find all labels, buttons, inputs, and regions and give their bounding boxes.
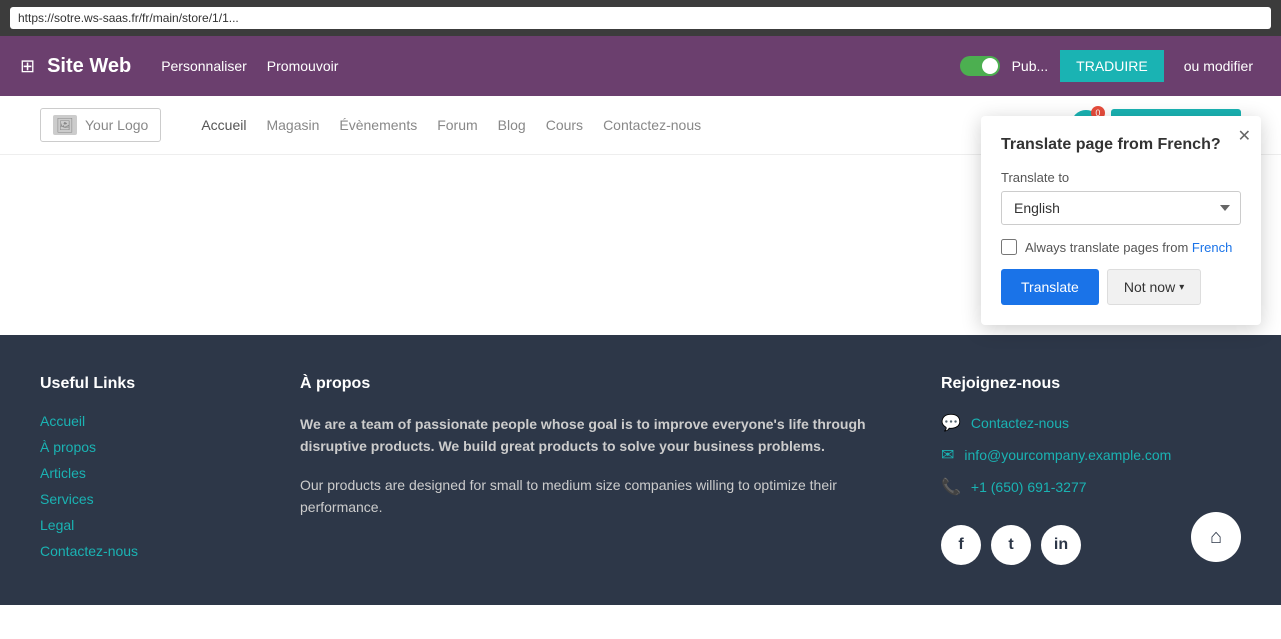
- publish-toggle[interactable]: [960, 56, 1000, 76]
- url-bar[interactable]: https://sotre.ws-saas.fr/fr/main/store/1…: [10, 7, 1271, 29]
- contact-link-contactez[interactable]: Contactez-nous: [971, 415, 1069, 431]
- website-main-nav: Accueil Magasin Évènements Forum Blog Co…: [201, 117, 1071, 133]
- close-button[interactable]: ✕: [1238, 126, 1251, 146]
- contact-link-phone[interactable]: +1 (650) 691-3277: [971, 479, 1087, 495]
- promouvoir-link[interactable]: Promouvoir: [267, 58, 339, 74]
- always-translate-checkbox[interactable]: [1001, 239, 1017, 255]
- footer-link-accueil[interactable]: Accueil: [40, 413, 260, 429]
- footer-contact: Rejoignez-nous 💬 Contactez-nous ✉ info@y…: [941, 375, 1241, 565]
- twitter-button[interactable]: t: [991, 525, 1031, 565]
- language-select[interactable]: English Spanish German Italian Portugues…: [1001, 191, 1241, 225]
- not-now-button[interactable]: Not now ▾: [1107, 269, 1201, 305]
- footer-about: À propos We are a team of passionate peo…: [300, 375, 901, 565]
- footer-link-apropos[interactable]: À propos: [40, 439, 260, 455]
- nav-blog[interactable]: Blog: [498, 117, 526, 133]
- dialog-title: Translate page from French?: [1001, 136, 1241, 154]
- browser-bar: https://sotre.ws-saas.fr/fr/main/store/1…: [0, 0, 1281, 36]
- linkedin-button[interactable]: in: [1041, 525, 1081, 565]
- footer-bottom-row: f t in ⌂: [941, 509, 1241, 565]
- about-title: À propos: [300, 375, 901, 393]
- logo: 🖼 Your Logo: [40, 108, 161, 142]
- footer-link-articles[interactable]: Articles: [40, 465, 260, 481]
- modifier-label: ou modifier: [1176, 50, 1261, 82]
- about-text-1: We are a team of passionate people whose…: [300, 413, 901, 458]
- nav-accueil[interactable]: Accueil: [201, 117, 246, 133]
- contact-link-email[interactable]: info@yourcompany.example.com: [964, 447, 1171, 463]
- traduire-button[interactable]: TRADUIRE: [1060, 50, 1164, 82]
- site-editor-header: ⊞ Site Web Personnaliser Promouvoir Pub.…: [0, 36, 1281, 96]
- email-icon: ✉: [941, 445, 954, 465]
- dropdown-arrow-icon: ▾: [1179, 282, 1184, 293]
- footer: Useful Links Accueil À propos Articles S…: [0, 335, 1281, 605]
- logo-icon: 🖼: [53, 115, 77, 135]
- header-right: Pub... TRADUIRE ou modifier: [960, 50, 1261, 82]
- translate-to-label: Translate to: [1001, 170, 1241, 185]
- website-content: 🖼 Your Logo Accueil Magasin Évènements F…: [0, 96, 1281, 605]
- website-nav: 🖼 Your Logo Accueil Magasin Évènements F…: [0, 96, 1281, 155]
- home-button[interactable]: ⌂: [1191, 512, 1241, 562]
- facebook-button[interactable]: f: [941, 525, 981, 565]
- phone-icon: 📞: [941, 477, 961, 497]
- grid-icon[interactable]: ⊞: [20, 56, 35, 77]
- footer-link-services[interactable]: Services: [40, 491, 260, 507]
- home-icon: ⌂: [1210, 526, 1222, 549]
- site-title: Site Web: [47, 55, 131, 78]
- about-text-2: Our products are designed for small to m…: [300, 474, 901, 519]
- personnaliser-link[interactable]: Personnaliser: [161, 58, 247, 74]
- footer-link-legal[interactable]: Legal: [40, 517, 260, 533]
- contact-item-phone: 📞 +1 (650) 691-3277: [941, 477, 1241, 497]
- nav-cours[interactable]: Cours: [546, 117, 583, 133]
- translate-dialog: ✕ Translate page from French? Translate …: [981, 116, 1261, 325]
- french-link[interactable]: French: [1192, 240, 1232, 255]
- publish-label: Pub...: [1012, 58, 1049, 74]
- always-translate-label: Always translate pages from French: [1025, 240, 1232, 255]
- footer-link-contactez[interactable]: Contactez-nous: [40, 543, 260, 559]
- contact-item-chat: 💬 Contactez-nous: [941, 413, 1241, 433]
- footer-useful-links: Useful Links Accueil À propos Articles S…: [40, 375, 260, 565]
- nav-contactez-nous[interactable]: Contactez-nous: [603, 117, 701, 133]
- nav-evenements[interactable]: Évènements: [339, 117, 417, 133]
- translate-button[interactable]: Translate: [1001, 269, 1099, 305]
- social-icons: f t in: [941, 525, 1081, 565]
- nav-forum[interactable]: Forum: [437, 117, 477, 133]
- contact-item-email: ✉ info@yourcompany.example.com: [941, 445, 1241, 465]
- chat-icon: 💬: [941, 413, 961, 433]
- footer-links-list: Accueil À propos Articles Services Legal…: [40, 413, 260, 559]
- useful-links-title: Useful Links: [40, 375, 260, 393]
- url-text: https://sotre.ws-saas.fr/fr/main/store/1…: [18, 11, 239, 25]
- rejoignez-title: Rejoignez-nous: [941, 375, 1241, 393]
- nav-magasin[interactable]: Magasin: [266, 117, 319, 133]
- always-translate-row: Always translate pages from French: [1001, 239, 1241, 255]
- translate-actions: Translate Not now ▾: [1001, 269, 1241, 305]
- editor-nav: Personnaliser Promouvoir: [161, 58, 959, 74]
- logo-text: Your Logo: [85, 117, 148, 133]
- not-now-label: Not now: [1124, 279, 1175, 295]
